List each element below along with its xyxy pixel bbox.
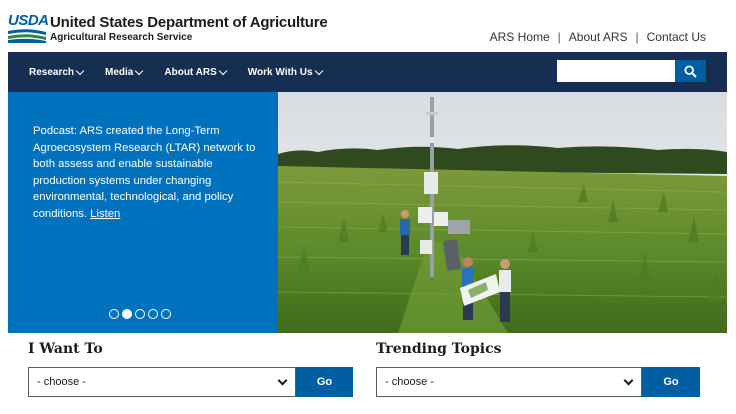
carousel-dot-1[interactable] bbox=[109, 309, 119, 319]
i-want-to-select[interactable]: - choose - bbox=[28, 367, 296, 397]
nav-item-research[interactable]: Research bbox=[29, 66, 85, 78]
nav-item-label: Research bbox=[29, 66, 75, 78]
i-want-to-go-button[interactable]: Go bbox=[296, 367, 353, 397]
search-icon bbox=[684, 64, 697, 78]
main-nav: Research Media About ARS Work With Us bbox=[8, 52, 727, 92]
ars-home-link[interactable]: ARS Home bbox=[490, 30, 550, 44]
link-separator: | bbox=[635, 30, 639, 44]
nav-item-label: Work With Us bbox=[247, 66, 313, 78]
nav-item-label: About ARS bbox=[164, 66, 217, 78]
select-value: - choose - bbox=[385, 376, 434, 388]
search-button[interactable] bbox=[675, 60, 706, 82]
link-separator: | bbox=[557, 30, 561, 44]
carousel-dot-2[interactable] bbox=[122, 309, 132, 319]
chevron-down-icon bbox=[277, 375, 288, 386]
select-value: - choose - bbox=[37, 376, 86, 388]
carousel-dot-4[interactable] bbox=[148, 309, 158, 319]
chevron-down-icon bbox=[314, 66, 323, 75]
carousel-dot-3[interactable] bbox=[135, 309, 145, 319]
carousel-dots bbox=[109, 309, 174, 319]
cornfield-research-photo bbox=[278, 92, 727, 333]
chevron-down-icon bbox=[135, 66, 144, 75]
hero-image bbox=[278, 92, 727, 333]
field-graphic-icon bbox=[8, 29, 46, 43]
trending-topics-title: Trending Topics bbox=[376, 341, 502, 357]
i-want-to-title: I Want To bbox=[28, 341, 103, 357]
usda-logo[interactable]: USDA United States Department of Agricul… bbox=[8, 12, 328, 44]
search-input[interactable] bbox=[557, 60, 675, 82]
usda-logo-text: USDA bbox=[8, 12, 49, 29]
listen-link[interactable]: Listen bbox=[90, 208, 120, 220]
nav-item-work-with-us[interactable]: Work With Us bbox=[247, 66, 323, 78]
agency-title: United States Department of Agriculture bbox=[50, 14, 328, 31]
carousel-dot-5[interactable] bbox=[161, 309, 171, 319]
usda-mark-icon: USDA bbox=[8, 12, 49, 44]
hero-caption: Podcast: ARS created the Long-Term Agroe… bbox=[33, 123, 261, 223]
chevron-down-icon bbox=[623, 375, 634, 386]
contact-us-link[interactable]: Contact Us bbox=[647, 30, 706, 44]
trending-topics-go-button[interactable]: Go bbox=[642, 367, 700, 397]
site-header: USDA United States Department of Agricul… bbox=[0, 0, 736, 52]
hero-text-panel: Podcast: ARS created the Long-Term Agroe… bbox=[8, 92, 278, 333]
utility-links: ARS Home | About ARS | Contact Us bbox=[490, 30, 706, 44]
hero-caption-text: Podcast: ARS created the Long-Term Agroe… bbox=[33, 125, 256, 220]
chevron-down-icon bbox=[218, 66, 228, 75]
nav-item-media[interactable]: Media bbox=[105, 66, 144, 78]
agency-subtitle: Agricultural Research Service bbox=[50, 32, 193, 43]
nav-item-label: Media bbox=[105, 66, 134, 78]
nav-item-about-ars[interactable]: About ARS bbox=[164, 66, 228, 78]
trending-topics-select[interactable]: - choose - bbox=[376, 367, 642, 397]
chevron-down-icon bbox=[75, 66, 85, 75]
about-ars-link[interactable]: About ARS bbox=[569, 30, 628, 44]
